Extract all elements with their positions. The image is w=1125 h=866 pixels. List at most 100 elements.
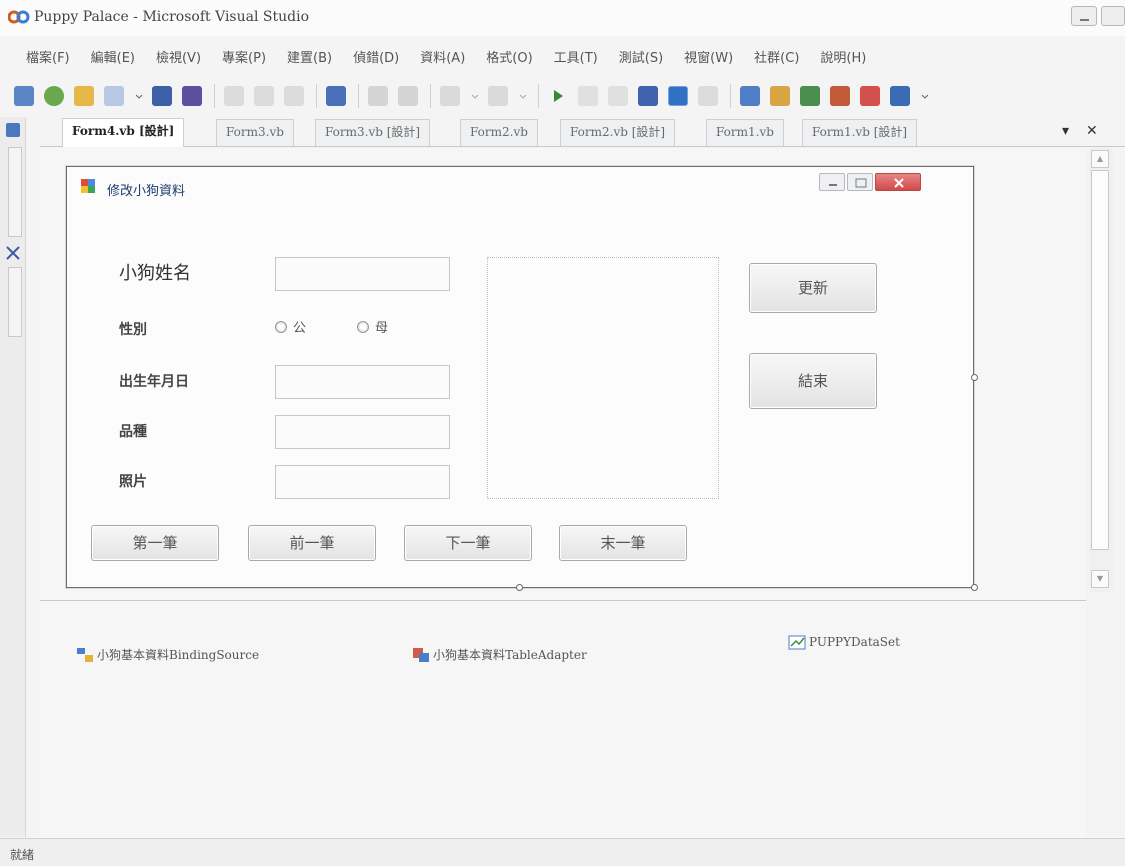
menu-window[interactable]: 視窗(W)	[684, 47, 733, 66]
menu-view[interactable]: 檢視(V)	[156, 47, 201, 66]
previous-record-button[interactable]: 前一筆	[248, 525, 376, 561]
binding-source-component[interactable]: 小狗基本資料BindingSource	[76, 646, 259, 663]
minimize-button[interactable]	[1071, 6, 1097, 26]
breed-label: 品種	[119, 424, 147, 440]
toolbar-separator	[430, 84, 431, 108]
stop-icon[interactable]	[608, 86, 628, 106]
toolbox-tab[interactable]	[8, 267, 22, 337]
pause-icon[interactable]	[578, 86, 598, 106]
menu-test[interactable]: 測試(S)	[619, 47, 663, 66]
form-maximize-button[interactable]	[847, 173, 873, 191]
table-adapter-component[interactable]: 小狗基本資料TableAdapter	[412, 646, 587, 663]
first-record-button[interactable]: 第一筆	[91, 525, 219, 561]
puppy-name-input[interactable]	[275, 257, 450, 291]
tab-form2-design[interactable]: Form2.vb [設計]	[560, 119, 676, 146]
step-icon[interactable]	[638, 86, 658, 106]
tab-form2-code[interactable]: Form2.vb	[460, 119, 538, 146]
document-tabs: Form4.vb [設計] Form3.vb Form3.vb [設計] For…	[40, 117, 1125, 147]
binding-source-label: 小狗基本資料BindingSource	[97, 648, 260, 662]
undo-icon[interactable]	[440, 86, 460, 106]
save-icon[interactable]	[152, 86, 172, 106]
chevron-down-icon[interactable]	[134, 86, 144, 106]
paste-icon[interactable]	[284, 86, 304, 106]
component-tray	[40, 600, 1086, 838]
cut-icon[interactable]	[224, 86, 244, 106]
form-close-button[interactable]	[875, 173, 921, 191]
tab-form1-code[interactable]: Form1.vb	[706, 119, 784, 146]
scroll-up-icon[interactable]: ▲	[1091, 150, 1109, 168]
tab-form3-code[interactable]: Form3.vb	[216, 119, 294, 146]
resize-handle-bottom[interactable]	[516, 584, 523, 591]
update-button[interactable]: 更新	[749, 263, 877, 313]
server-explorer-icon[interactable]	[6, 123, 20, 137]
resize-handle-right[interactable]	[971, 374, 978, 381]
code-view-icon[interactable]	[698, 86, 718, 106]
birthday-input[interactable]	[275, 365, 450, 399]
menu-project[interactable]: 專案(P)	[222, 47, 266, 66]
comment-icon[interactable]	[368, 86, 388, 106]
gender-female-radio[interactable]: 母	[357, 317, 388, 336]
toolbar-separator	[538, 84, 539, 108]
save-all-icon[interactable]	[182, 86, 202, 106]
tab-form3-design[interactable]: Form3.vb [設計]	[315, 119, 431, 146]
puppy-edit-form[interactable]: 修改小狗資料 小狗姓名 性別 公 母 出生年月日 品種 照片 更新 結束 第一筆…	[66, 166, 974, 588]
chevron-down-icon[interactable]	[920, 86, 930, 106]
maximize-button[interactable]	[1101, 6, 1125, 26]
table-adapter-icon	[413, 647, 429, 662]
status-bar: 就緒	[0, 838, 1125, 866]
window-icon[interactable]	[890, 86, 910, 106]
tab-form4-design[interactable]: Form4.vb [設計]	[62, 118, 185, 147]
photo-picturebox[interactable]	[487, 257, 719, 499]
add-new-item-icon[interactable]	[104, 86, 124, 106]
server-explorer-tab[interactable]	[8, 147, 22, 237]
scroll-thumb[interactable]	[1091, 170, 1109, 550]
gender-male-radio[interactable]: 公	[275, 317, 306, 336]
close-icon[interactable]: ✕	[1086, 123, 1098, 139]
menu-data[interactable]: 資料(A)	[420, 47, 465, 66]
data-sources-icon[interactable]	[860, 86, 880, 106]
chevron-down-icon[interactable]	[470, 86, 480, 106]
menu-tools[interactable]: 工具(T)	[554, 47, 598, 66]
start-debugging-icon[interactable]	[548, 86, 568, 106]
open-file-icon[interactable]	[74, 86, 94, 106]
solution-explorer-icon[interactable]	[740, 86, 760, 106]
menu-community[interactable]: 社群(C)	[754, 47, 799, 66]
chevron-down-icon[interactable]: ▾	[1062, 123, 1069, 139]
next-record-button[interactable]: 下一筆	[404, 525, 532, 561]
last-record-button[interactable]: 末一筆	[559, 525, 687, 561]
menu-edit[interactable]: 編輯(E)	[91, 47, 135, 66]
new-project-icon[interactable]	[14, 86, 34, 106]
tab-form1-design[interactable]: Form1.vb [設計]	[802, 119, 918, 146]
menu-debug[interactable]: 偵錯(D)	[353, 47, 399, 66]
copy-icon[interactable]	[254, 86, 274, 106]
designer-scrollbar[interactable]: ▲ ▼	[1089, 148, 1113, 592]
exit-button[interactable]: 結束	[749, 353, 877, 409]
uncomment-icon[interactable]	[398, 86, 418, 106]
photo-input[interactable]	[275, 465, 450, 499]
dataset-component[interactable]: PUPPYDataSet	[788, 634, 900, 650]
toolbar-separator	[730, 84, 731, 108]
toolbox-icon[interactable]	[830, 86, 850, 106]
menu-build[interactable]: 建置(B)	[287, 47, 332, 66]
puppy-name-label: 小狗姓名	[119, 263, 191, 284]
find-icon[interactable]	[326, 86, 346, 106]
menu-help[interactable]: 說明(H)	[820, 47, 866, 66]
designer-icon[interactable]	[668, 86, 688, 106]
dataset-icon	[788, 635, 806, 650]
radio-circle-icon	[357, 320, 369, 333]
scroll-down-icon[interactable]: ▼	[1091, 570, 1109, 588]
add-item-icon[interactable]	[44, 86, 64, 106]
properties-icon[interactable]	[770, 86, 790, 106]
toolbox-icon[interactable]	[5, 245, 21, 261]
form-icon	[81, 179, 95, 193]
chevron-down-icon[interactable]	[518, 86, 528, 106]
toolbar-separator	[358, 84, 359, 108]
object-browser-icon[interactable]	[800, 86, 820, 106]
form-minimize-button[interactable]	[819, 173, 845, 191]
resize-handle-corner[interactable]	[971, 584, 978, 591]
birthday-label: 出生年月日	[119, 374, 189, 390]
menu-file[interactable]: 檔案(F)	[26, 47, 70, 66]
breed-input[interactable]	[275, 415, 450, 449]
redo-icon[interactable]	[488, 86, 508, 106]
menu-format[interactable]: 格式(O)	[486, 47, 532, 66]
